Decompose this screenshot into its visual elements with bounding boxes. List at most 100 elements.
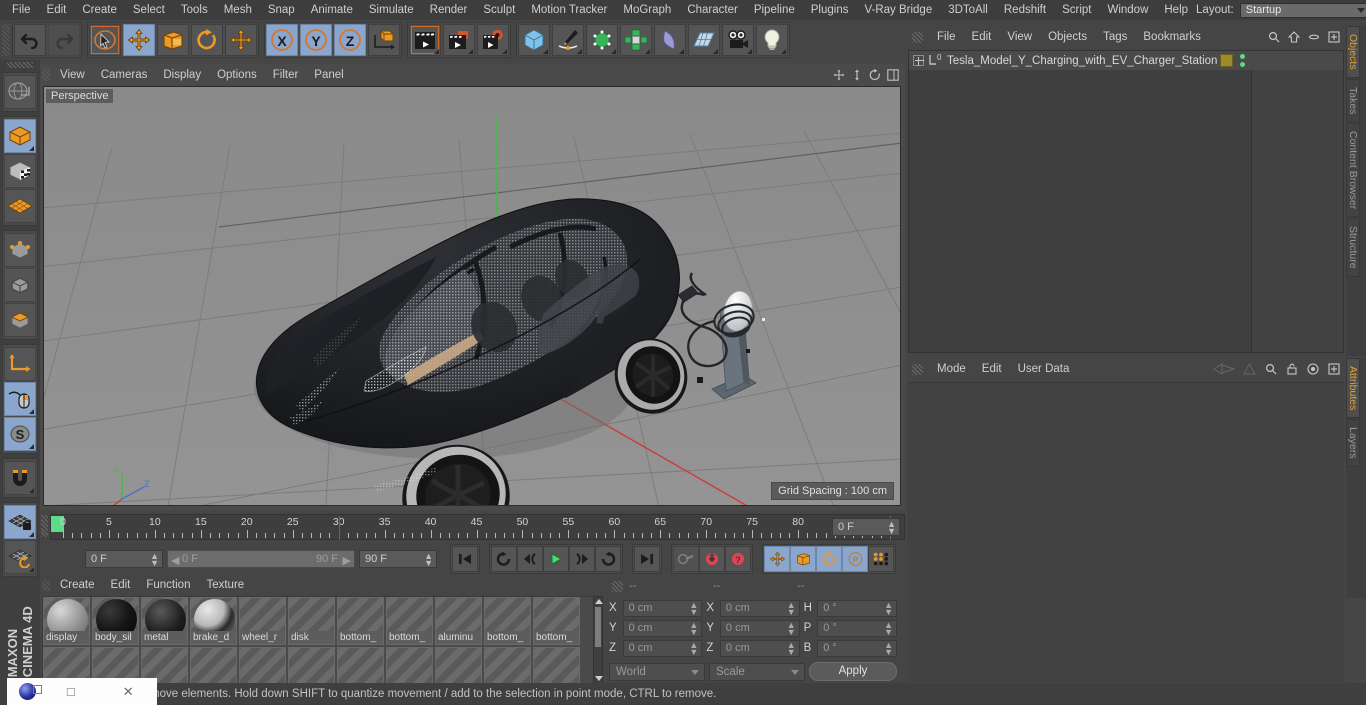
material-menu-texture[interactable]: Texture bbox=[198, 579, 252, 591]
nurbs-button[interactable] bbox=[586, 24, 618, 56]
step-back-button[interactable] bbox=[517, 546, 543, 572]
x-axis-lock[interactable]: X bbox=[266, 24, 298, 56]
add-spline-button[interactable] bbox=[552, 24, 584, 56]
material-menu-function[interactable]: Function bbox=[138, 579, 198, 591]
menu-item-select[interactable]: Select bbox=[125, 0, 173, 20]
scale-key-button[interactable] bbox=[790, 546, 816, 572]
deformer-button[interactable] bbox=[654, 24, 686, 56]
material-item[interactable]: body_sil bbox=[92, 597, 139, 645]
menu-item-motion-tracker[interactable]: Motion Tracker bbox=[523, 0, 615, 20]
pan-icon[interactable] bbox=[832, 69, 845, 82]
vertical-tab-takes[interactable]: Takes bbox=[1346, 79, 1360, 122]
spinner-icon[interactable]: ▲▼ bbox=[787, 602, 796, 616]
spinner-icon[interactable]: ▲▼ bbox=[884, 642, 893, 656]
rotation-key-button[interactable] bbox=[816, 546, 842, 572]
texture-mode-button[interactable] bbox=[4, 154, 36, 188]
material-grid[interactable]: displaybody_silmetalbrake_dwheel_rdiskbo… bbox=[42, 596, 594, 684]
move-tool[interactable] bbox=[123, 24, 155, 56]
material-item[interactable]: disk bbox=[288, 597, 335, 645]
range-prev-arrow-icon[interactable]: ◀ bbox=[171, 554, 179, 567]
menu-item-pipeline[interactable]: Pipeline bbox=[746, 0, 803, 20]
menu-item-mesh[interactable]: Mesh bbox=[216, 0, 260, 20]
object-menu-bookmarks[interactable]: Bookmarks bbox=[1135, 31, 1209, 43]
menu-item-sculpt[interactable]: Sculpt bbox=[475, 0, 523, 20]
menu-item-mograph[interactable]: MoGraph bbox=[615, 0, 679, 20]
coord-field-pos-z[interactable]: 0 cm▲▼ bbox=[623, 640, 703, 657]
spinner-icon[interactable]: ▲▼ bbox=[689, 642, 698, 656]
spinner-icon[interactable]: ▲▼ bbox=[424, 553, 433, 567]
preview-frame-field[interactable]: 0 F ▲▼ bbox=[832, 518, 900, 536]
material-item[interactable]: display bbox=[43, 597, 90, 645]
maximize-icon[interactable] bbox=[1327, 363, 1340, 376]
material-scrollbar[interactable] bbox=[593, 596, 603, 684]
undo-button[interactable] bbox=[14, 24, 46, 56]
light-button[interactable] bbox=[756, 24, 788, 56]
world-object-axis-button[interactable] bbox=[368, 24, 400, 56]
material-menu-edit[interactable]: Edit bbox=[103, 579, 139, 591]
maximize-icon[interactable]: □ bbox=[42, 684, 100, 699]
coord-field-pos-y[interactable]: 0 cm▲▼ bbox=[623, 620, 703, 637]
menu-item-snap[interactable]: Snap bbox=[260, 0, 303, 20]
y-axis-lock[interactable]: Y bbox=[300, 24, 332, 56]
render-to-picture-viewer-button[interactable] bbox=[443, 24, 475, 56]
autokeying-button[interactable] bbox=[699, 546, 725, 572]
material-item[interactable] bbox=[484, 647, 531, 684]
menu-item-simulate[interactable]: Simulate bbox=[361, 0, 422, 20]
coord-field-rot-p[interactable]: 0 °▲▼ bbox=[817, 620, 897, 637]
play-forward-loop-button[interactable] bbox=[595, 546, 621, 572]
current-frame-field[interactable]: 0 F ▲▼ bbox=[85, 550, 163, 568]
position-key-button[interactable] bbox=[764, 546, 790, 572]
apply-button[interactable]: Apply bbox=[809, 662, 897, 681]
viewport-3d-canvas[interactable]: Perspective Grid Spacing : 100 cm bbox=[43, 86, 901, 506]
forward-nav-icon[interactable] bbox=[1243, 363, 1256, 376]
home-icon[interactable] bbox=[1287, 31, 1300, 44]
material-item[interactable]: bottom_ bbox=[337, 597, 384, 645]
step-forward-button[interactable] bbox=[569, 546, 595, 572]
coord-field-rot-b[interactable]: 0 °▲▼ bbox=[817, 640, 897, 657]
material-item[interactable] bbox=[288, 647, 335, 684]
object-menu-tags[interactable]: Tags bbox=[1095, 31, 1135, 43]
material-item[interactable] bbox=[386, 647, 433, 684]
object-row-tesla[interactable]: 0 Tesla_Model_Y_Charging_with_EV_Charger… bbox=[909, 51, 1343, 70]
menu-item-3dtoall[interactable]: 3DToAll bbox=[940, 0, 996, 20]
rotate-tool[interactable] bbox=[191, 24, 223, 56]
range-next-arrow-icon[interactable]: ▶ bbox=[343, 554, 351, 567]
menu-item-tools[interactable]: Tools bbox=[173, 0, 216, 20]
go-to-end-button[interactable] bbox=[634, 546, 660, 572]
enable-axis-button[interactable] bbox=[4, 382, 36, 416]
play-button[interactable] bbox=[543, 546, 569, 572]
material-item[interactable] bbox=[435, 647, 482, 684]
scrollbar-thumb[interactable] bbox=[595, 607, 601, 647]
redo-button[interactable] bbox=[48, 24, 80, 56]
camera-button[interactable] bbox=[722, 24, 754, 56]
menu-item-redshift[interactable]: Redshift bbox=[996, 0, 1054, 20]
record-active-objects-button[interactable] bbox=[673, 546, 699, 572]
mograph-button[interactable] bbox=[620, 24, 652, 56]
material-item[interactable]: metal bbox=[141, 597, 188, 645]
maximize-view-icon[interactable] bbox=[886, 69, 899, 82]
coord-field-size-x[interactable]: 0 cm▲▼ bbox=[720, 600, 800, 617]
restore-icon[interactable] bbox=[33, 685, 42, 694]
close-icon[interactable]: ✕ bbox=[100, 684, 158, 700]
go-to-start-button[interactable] bbox=[452, 546, 478, 572]
point-level-animation-button[interactable] bbox=[868, 546, 894, 572]
object-menu-objects[interactable]: Objects bbox=[1040, 31, 1095, 43]
spinner-icon[interactable]: ▲▼ bbox=[150, 553, 159, 567]
layer-color-swatch[interactable] bbox=[1220, 54, 1233, 67]
coord-field-rot-h[interactable]: 0 °▲▼ bbox=[817, 600, 897, 617]
viewport-menu-view[interactable]: View bbox=[52, 69, 93, 81]
material-item[interactable]: bottom_ bbox=[386, 597, 433, 645]
spinner-icon[interactable]: ▲▼ bbox=[884, 602, 893, 616]
material-item[interactable] bbox=[337, 647, 384, 684]
soft-selection-button[interactable]: S bbox=[4, 417, 36, 451]
scale-tool[interactable] bbox=[157, 24, 189, 56]
menu-item-vray-bridge[interactable]: V-Ray Bridge bbox=[856, 0, 940, 20]
object-manager-tree[interactable]: 0 Tesla_Model_Y_Charging_with_EV_Charger… bbox=[908, 50, 1344, 353]
material-item[interactable]: bottom_ bbox=[484, 597, 531, 645]
menu-item-file[interactable]: File bbox=[4, 0, 39, 20]
material-item[interactable]: bottom_ bbox=[533, 597, 580, 645]
visibility-dots-icon[interactable] bbox=[1240, 54, 1247, 67]
snap-button[interactable] bbox=[4, 461, 36, 495]
spinner-icon[interactable]: ▲▼ bbox=[787, 622, 796, 636]
back-nav-icon[interactable] bbox=[1213, 363, 1235, 376]
